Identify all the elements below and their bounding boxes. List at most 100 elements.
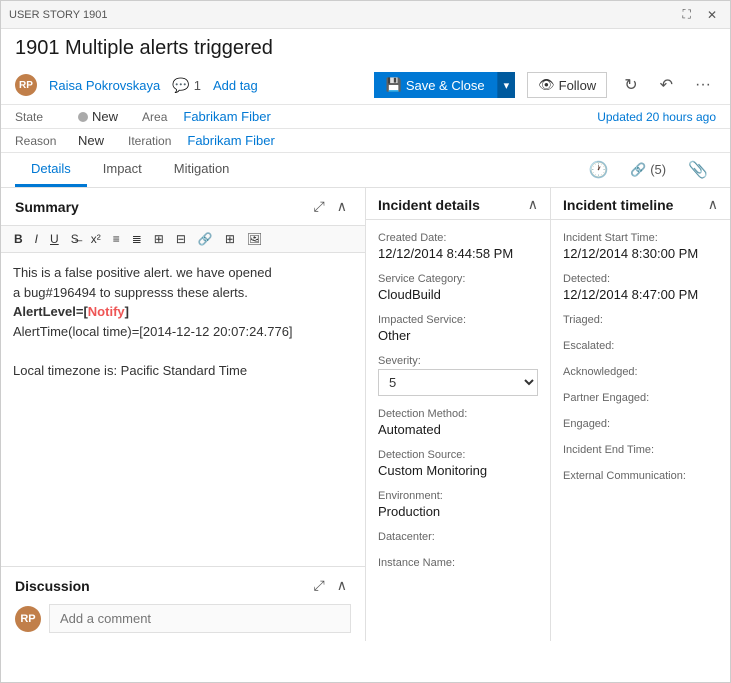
incident-details-title: Incident details bbox=[378, 197, 480, 213]
instance-name-label: Instance Name: bbox=[378, 557, 538, 569]
partner-engaged-field: Partner Engaged: bbox=[551, 386, 730, 412]
incident-timeline-collapse[interactable]: ∧ bbox=[708, 196, 718, 213]
tabs-bar: Details Impact Mitigation 🕐 🔗 (5) 📎 bbox=[1, 153, 730, 188]
comment-avatar: RP bbox=[15, 606, 41, 632]
incident-details-panel: Incident details ∧ Created Date: 12/12/2… bbox=[366, 188, 551, 641]
incident-details-collapse[interactable]: ∧ bbox=[528, 196, 538, 213]
severity-field: Severity: 12345 bbox=[366, 349, 550, 402]
discussion-controls: ⤢ ∧ bbox=[310, 575, 351, 596]
severity-label: Severity: bbox=[378, 355, 538, 367]
created-date-label: Created Date: bbox=[378, 232, 538, 244]
acknowledged-label: Acknowledged: bbox=[563, 366, 718, 378]
italic-button[interactable]: I bbox=[30, 230, 43, 248]
follow-label: Follow bbox=[559, 78, 597, 93]
area-label: Area bbox=[142, 110, 167, 124]
state-label: State bbox=[15, 110, 70, 124]
incident-timeline-title: Incident timeline bbox=[563, 197, 673, 213]
meta-row-2: Reason New Iteration Fabrikam Fiber bbox=[1, 129, 730, 153]
comment-input[interactable] bbox=[49, 604, 351, 633]
image-button[interactable]: 🖼 bbox=[242, 230, 267, 248]
maximize-button[interactable]: ⛶ bbox=[678, 5, 696, 24]
area-value[interactable]: Fabrikam Fiber bbox=[183, 109, 270, 124]
editor-toolbar: B I U S̶ x² ≡ ≣ ⊞ ⊟ 🔗 ⊞ 🖼 bbox=[1, 226, 365, 253]
external-comm-label: External Communication: bbox=[563, 470, 718, 482]
add-tag-button[interactable]: Add tag bbox=[213, 78, 258, 93]
table-button[interactable]: ⊞ bbox=[220, 230, 240, 248]
undo-button[interactable]: ↶ bbox=[655, 72, 678, 98]
bold-button[interactable]: B bbox=[9, 230, 28, 248]
indent-button[interactable]: ⊞ bbox=[149, 230, 169, 248]
summary-collapse-button[interactable]: ∧ bbox=[333, 196, 351, 217]
links-button[interactable]: 🔗 (5) bbox=[620, 156, 676, 184]
save-close-button[interactable]: 💾 Save & Close bbox=[374, 72, 497, 98]
engaged-field: Engaged: bbox=[551, 412, 730, 438]
save-close-label: Save & Close bbox=[406, 78, 485, 93]
state-value[interactable]: New bbox=[78, 109, 118, 124]
tab-mitigation[interactable]: Mitigation bbox=[158, 153, 246, 187]
datacenter-label: Datacenter: bbox=[378, 531, 538, 543]
summary-title: Summary bbox=[15, 199, 79, 215]
summary-expand-button[interactable]: ⤢ bbox=[310, 196, 329, 217]
strikethrough-button[interactable]: S̶ bbox=[66, 230, 84, 248]
title-bar-label: USER STORY 1901 bbox=[9, 9, 107, 21]
reason-value[interactable]: New bbox=[78, 133, 104, 148]
incident-timeline-header: Incident timeline ∧ bbox=[551, 188, 730, 220]
discussion-collapse-button[interactable]: ∧ bbox=[333, 575, 351, 596]
tab-impact[interactable]: Impact bbox=[87, 153, 158, 187]
escalated-field: Escalated: bbox=[551, 334, 730, 360]
refresh-button[interactable]: ↻ bbox=[619, 72, 642, 98]
editor-content[interactable]: This is a false positive alert. we have … bbox=[1, 253, 365, 566]
comment-button[interactable]: 💬 1 bbox=[172, 77, 201, 94]
reason-label: Reason bbox=[15, 134, 70, 148]
outdent-button[interactable]: ⊟ bbox=[171, 230, 191, 248]
state-circle bbox=[78, 112, 88, 122]
summary-controls: ⤢ ∧ bbox=[310, 196, 351, 217]
underline-button[interactable]: U bbox=[45, 230, 64, 248]
detected-field: Detected: 12/12/2014 8:47:00 PM bbox=[551, 267, 730, 308]
superscript-button[interactable]: x² bbox=[86, 230, 106, 248]
severity-select[interactable]: 12345 bbox=[378, 369, 538, 396]
triaged-field: Triaged: bbox=[551, 308, 730, 334]
instance-name-field: Instance Name: bbox=[366, 551, 550, 577]
external-comm-field: External Communication: bbox=[551, 464, 730, 490]
close-button[interactable]: ✕ bbox=[702, 6, 722, 24]
datacenter-field: Datacenter: bbox=[366, 525, 550, 551]
save-dropdown-button[interactable]: ▾ bbox=[497, 72, 516, 98]
discussion-expand-button[interactable]: ⤢ bbox=[310, 575, 329, 596]
engaged-label: Engaged: bbox=[563, 418, 718, 430]
triaged-label: Triaged: bbox=[563, 314, 718, 326]
link-button[interactable]: 🔗 bbox=[193, 230, 218, 248]
meta-row-1: State New Area Fabrikam Fiber Updated 20… bbox=[1, 105, 730, 129]
page-title: 1901 Multiple alerts triggered bbox=[1, 29, 730, 66]
incident-end-field: Incident End Time: bbox=[551, 438, 730, 464]
discussion-title: Discussion bbox=[15, 578, 90, 594]
ul-button[interactable]: ≣ bbox=[127, 230, 147, 248]
iteration-label: Iteration bbox=[128, 134, 171, 148]
ol-button[interactable]: ≡ bbox=[108, 230, 125, 248]
updated-time-link[interactable]: 20 hours ago bbox=[646, 110, 716, 124]
avatar: RP bbox=[15, 74, 37, 96]
environment-field: Environment: Production bbox=[366, 484, 550, 525]
incident-start-label: Incident Start Time: bbox=[563, 232, 718, 244]
more-button[interactable]: ··· bbox=[690, 73, 716, 97]
incident-start-field: Incident Start Time: 12/12/2014 8:30:00 … bbox=[551, 226, 730, 267]
impacted-service-field: Impacted Service: Other bbox=[366, 308, 550, 349]
history-icon-button[interactable]: 🕐 bbox=[580, 154, 616, 186]
content-area: Summary ⤢ ∧ B I U S̶ x² ≡ ≣ ⊞ ⊟ 🔗 ⊞ 🖼 Th… bbox=[1, 188, 730, 641]
state-field: State New bbox=[15, 109, 118, 124]
partner-engaged-label: Partner Engaged: bbox=[563, 392, 718, 404]
iteration-value[interactable]: Fabrikam Fiber bbox=[187, 133, 274, 148]
detection-method-field: Detection Method: Automated bbox=[366, 402, 550, 443]
detected-label: Detected: bbox=[563, 273, 718, 285]
tab-icons: 🕐 🔗 (5) 📎 bbox=[580, 154, 716, 186]
incident-end-label: Incident End Time: bbox=[563, 444, 718, 456]
incident-timeline-panel: Incident timeline ∧ Incident Start Time:… bbox=[551, 188, 730, 641]
attach-icon-button[interactable]: 📎 bbox=[680, 154, 716, 186]
follow-button[interactable]: 👁 Follow bbox=[527, 72, 607, 98]
impacted-service-value: Other bbox=[378, 328, 538, 343]
tab-details[interactable]: Details bbox=[15, 153, 87, 187]
impacted-service-label: Impacted Service: bbox=[378, 314, 538, 326]
detection-source-field: Detection Source: Custom Monitoring bbox=[366, 443, 550, 484]
service-category-label: Service Category: bbox=[378, 273, 538, 285]
user-name[interactable]: Raisa Pokrovskaya bbox=[49, 78, 160, 93]
